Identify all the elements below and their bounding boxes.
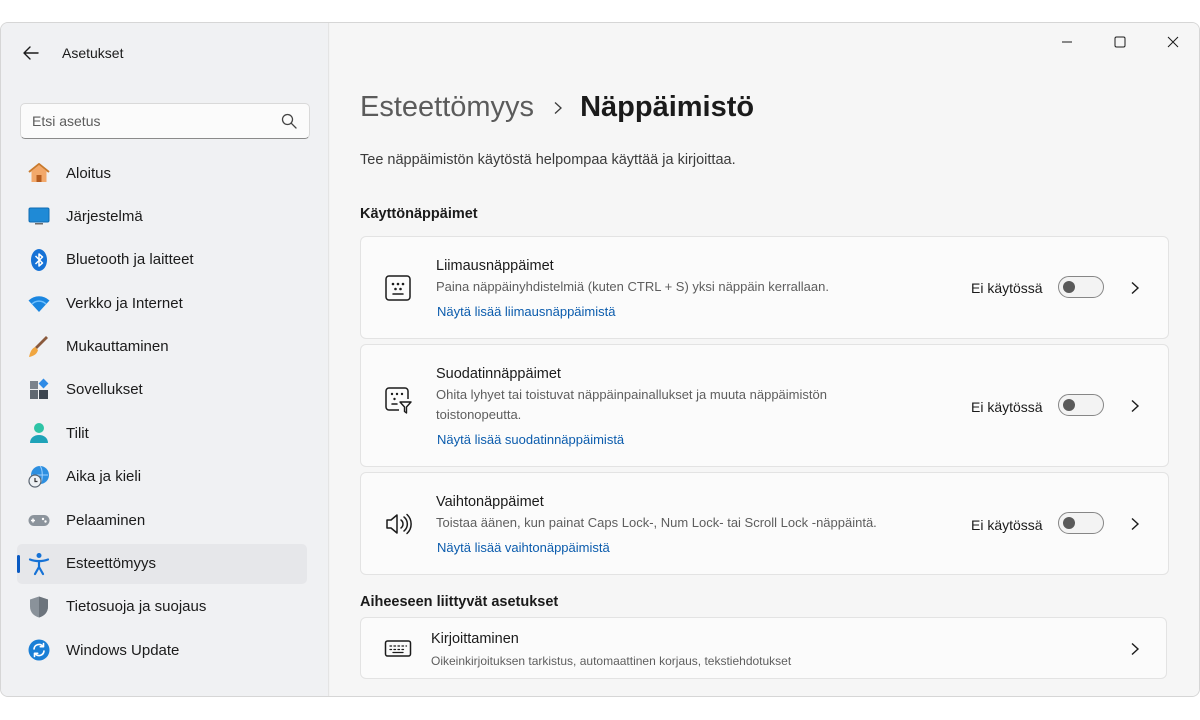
- sidebar-item-label: Tietosuoja ja suojaus: [66, 598, 207, 616]
- gamepad-icon: [28, 515, 50, 527]
- sidebar-item-label: Bluetooth ja laitteet: [66, 251, 194, 269]
- sidebar-item-label: Järjestelmä: [66, 207, 143, 225]
- toggle-keys-card[interactable]: Vaihtonäppäimet Toistaa äänen, kun paina…: [360, 472, 1169, 575]
- sticky-keys-title: Liimausnäppäimet: [436, 258, 554, 274]
- settings-window: Asetukset Aloitus Järjestelmä Bluetooth …: [0, 22, 1200, 697]
- clock-globe-icon: [28, 465, 49, 488]
- bluetooth-icon: [31, 248, 47, 271]
- chevron-right-icon: [554, 101, 563, 114]
- filter-keys-card[interactable]: Suodatinnäppäimet Ohita lyhyet tai toist…: [360, 344, 1169, 467]
- wifi-icon: [28, 296, 50, 313]
- sidebar-nav: Aloitus Järjestelmä Bluetooth ja laittee…: [17, 153, 307, 674]
- page-description: Tee näppäimistön käytöstä helpompaa käyt…: [360, 152, 736, 168]
- sticky-keys-description: Paina näppäinyhdistelmiä (kuten CTRL + S…: [436, 279, 829, 294]
- sidebar-item-network[interactable]: Verkko ja Internet: [17, 283, 307, 323]
- close-icon: [1167, 36, 1178, 48]
- sidebar-item-label: Tilit: [66, 424, 89, 442]
- sticky-keys-learn-more-link[interactable]: Näytä lisää liimausnäppäimistä: [437, 304, 615, 319]
- filter-keys-toggle[interactable]: [1058, 394, 1104, 416]
- sidebar-item-gaming[interactable]: Pelaaminen: [17, 500, 307, 540]
- window-controls: [1040, 23, 1199, 63]
- sidebar-item-label: Sovellukset: [66, 381, 143, 399]
- maximize-button[interactable]: [1093, 23, 1146, 61]
- sidebar-item-apps[interactable]: Sovellukset: [17, 370, 307, 410]
- filter-keys-learn-more-link[interactable]: Näytä lisää suodatinnäppäimistä: [437, 432, 624, 447]
- typing-card[interactable]: Kirjoittaminen Oikeinkirjoituksen tarkis…: [360, 617, 1167, 679]
- filter-keys-state: Ei käytössä: [971, 399, 1043, 415]
- chevron-right-icon[interactable]: [1128, 399, 1142, 413]
- chevron-right-icon[interactable]: [1128, 517, 1142, 531]
- minimize-button[interactable]: [1040, 23, 1093, 61]
- sidebar-item-bluetooth[interactable]: Bluetooth ja laitteet: [17, 240, 307, 280]
- accessibility-icon: [28, 552, 50, 575]
- account-icon: [30, 423, 48, 444]
- sidebar-item-home[interactable]: Aloitus: [17, 153, 307, 193]
- sidebar-item-time-language[interactable]: Aika ja kieli: [17, 457, 307, 497]
- sidebar-item-label: Verkko ja Internet: [66, 294, 183, 312]
- sidebar-item-accounts[interactable]: Tilit: [17, 413, 307, 453]
- sidebar-item-label: Esteettömyys: [66, 555, 157, 573]
- sidebar-item-label: Aika ja kieli: [66, 468, 142, 486]
- sidebar-item-label: Aloitus: [66, 164, 112, 182]
- toggle-keys-state: Ei käytössä: [971, 517, 1043, 533]
- filter-keys-description: Ohita lyhyet tai toistuvat näppäinpainal…: [436, 387, 827, 422]
- home-icon: [28, 163, 50, 182]
- search-box[interactable]: [20, 103, 310, 139]
- sticky-keys-card[interactable]: Liimausnäppäimet Paina näppäinyhdistelmi…: [360, 236, 1169, 339]
- speaker-icon: [386, 513, 412, 535]
- filter-keys-title: Suodatinnäppäimet: [436, 366, 561, 382]
- sidebar-item-label: Windows Update: [66, 641, 180, 659]
- toggle-keys-learn-more-link[interactable]: Näytä lisää vaihtonäppäimistä: [437, 540, 610, 555]
- apps-icon: [30, 378, 49, 399]
- search-icon[interactable]: [281, 113, 297, 129]
- toggle-keys-toggle[interactable]: [1058, 512, 1104, 534]
- sidebar-item-windows-update[interactable]: Windows Update: [17, 630, 307, 670]
- update-icon: [28, 639, 50, 661]
- keyboard-filter-icon: [385, 387, 412, 414]
- breadcrumb: Esteettömyys Näppäimistö: [360, 91, 754, 124]
- sidebar-item-system[interactable]: Järjestelmä: [17, 196, 307, 236]
- sidebar: Asetukset Aloitus Järjestelmä Bluetooth …: [1, 23, 329, 696]
- chevron-right-icon[interactable]: [1128, 642, 1142, 656]
- typing-description: Oikeinkirjoituksen tarkistus, automaatti…: [431, 654, 792, 668]
- minimize-icon: [1061, 41, 1072, 43]
- sticky-keys-state: Ei käytössä: [971, 280, 1043, 296]
- shield-icon: [30, 596, 48, 618]
- app-title: Asetukset: [62, 45, 124, 61]
- sidebar-item-label: Pelaaminen: [66, 511, 146, 529]
- arrow-left-icon: [23, 46, 39, 60]
- sidebar-item-privacy[interactable]: Tietosuoja ja suojaus: [17, 587, 307, 627]
- breadcrumb-parent[interactable]: Esteettömyys: [360, 91, 534, 124]
- keyboard-dots-icon: [385, 275, 411, 301]
- sidebar-item-personalization[interactable]: Mukauttaminen: [17, 327, 307, 367]
- main-content: Esteettömyys Näppäimistö Tee näppäimistö…: [330, 23, 1199, 696]
- toggle-knob: [1063, 281, 1075, 293]
- section-title-keys: Käyttönäppäimet: [360, 206, 478, 222]
- page-title: Näppäimistö: [580, 91, 755, 123]
- typing-title: Kirjoittaminen: [431, 631, 519, 647]
- chevron-right-icon[interactable]: [1128, 281, 1142, 295]
- search-input[interactable]: [21, 104, 271, 138]
- toggle-knob: [1063, 517, 1075, 529]
- sticky-keys-toggle[interactable]: [1058, 276, 1104, 298]
- toggle-keys-description: Toistaa äänen, kun painat Caps Lock-, Nu…: [436, 515, 877, 530]
- keyboard-icon: [384, 640, 412, 657]
- brush-icon: [29, 335, 48, 357]
- maximize-icon: [1114, 36, 1125, 48]
- toggle-knob: [1063, 399, 1075, 411]
- sidebar-item-label: Mukauttaminen: [66, 338, 169, 356]
- back-button[interactable]: [19, 41, 43, 65]
- sidebar-item-accessibility[interactable]: Esteettömyys: [17, 543, 307, 584]
- section-title-related: Aiheeseen liittyvät asetukset: [360, 594, 559, 610]
- toggle-keys-title: Vaihtonäppäimet: [436, 494, 544, 510]
- close-button[interactable]: [1146, 23, 1199, 61]
- system-icon: [28, 207, 50, 225]
